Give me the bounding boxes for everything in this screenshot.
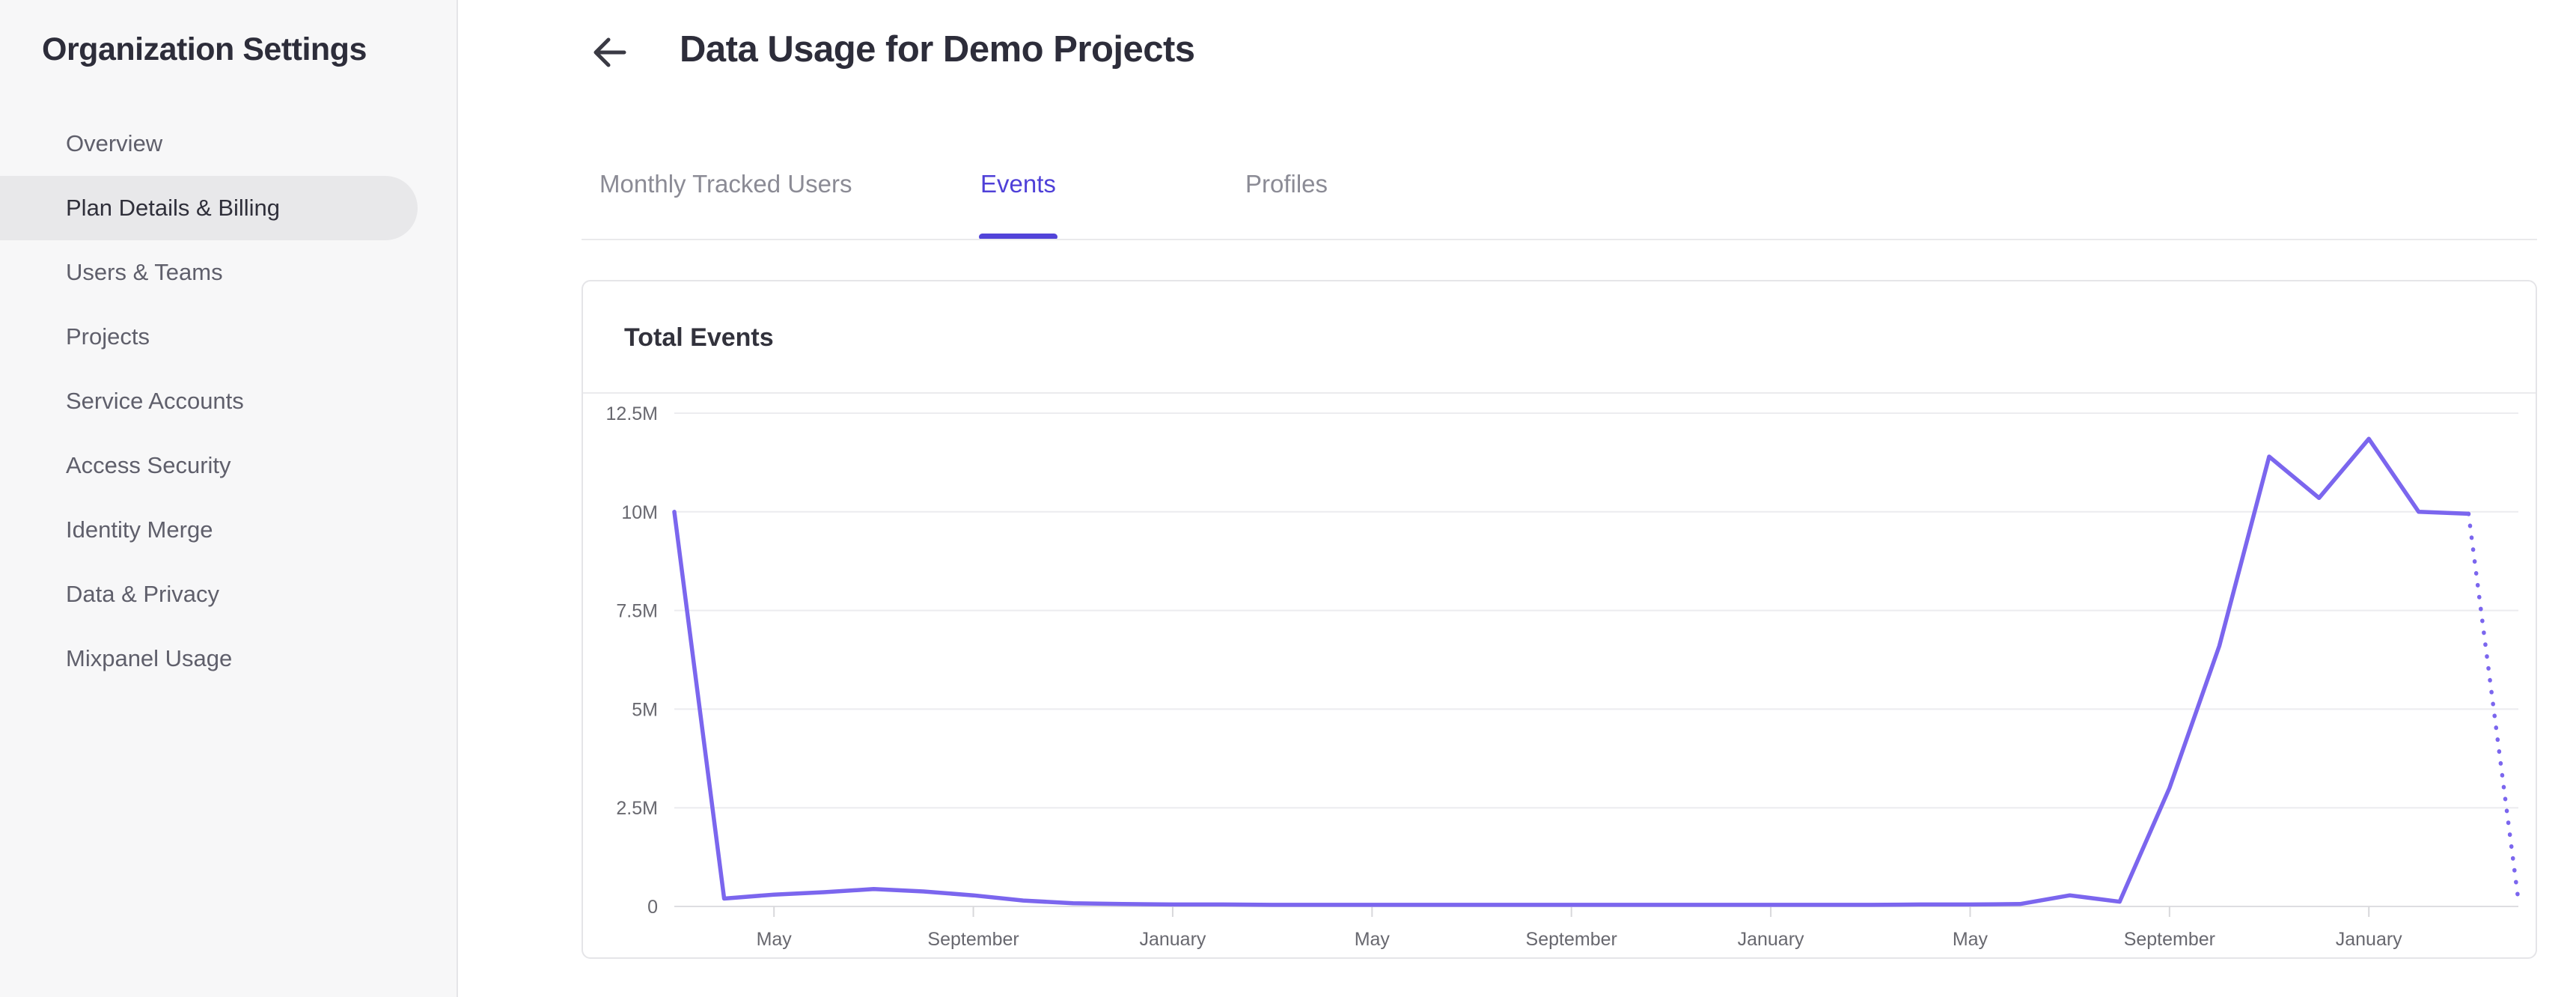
total-events-line (672, 436, 2471, 907)
y-axis-label-10M: 10M (621, 502, 658, 523)
y-axis-label-7.5M: 7.5M (616, 601, 658, 622)
sidebar-item-service-accounts[interactable]: Service Accounts (0, 369, 418, 433)
arrow-left-icon (593, 37, 626, 67)
sidebar-item-data-privacy[interactable]: Data & Privacy (0, 562, 418, 626)
sidebar-item-mixpanel-usage[interactable]: Mixpanel Usage (0, 626, 418, 691)
sidebar-item-users-teams[interactable]: Users & Teams (0, 240, 418, 305)
sidebar-item-projects[interactable]: Projects (0, 305, 418, 369)
x-axis-label-4-september: September (1526, 929, 1617, 950)
x-axis-label-2-january: January (1139, 929, 1206, 950)
x-axis-label-3-may: May (1355, 929, 1391, 950)
x-axis-label-0-may: May (757, 929, 793, 950)
y-axis-label-0: 0 (647, 897, 658, 918)
x-axis-label-8-january: January (2336, 929, 2402, 950)
tabs-divider (582, 239, 2537, 240)
x-axis-label-7-september: September (2124, 929, 2215, 950)
x-axis-label-5-january: January (1738, 929, 1804, 950)
events-chart[interactable]: 0 2.5M 5M 7.5M 10M 12.5M May September January Ma… (583, 394, 2536, 957)
page-title: Data Usage for Demo Projects (680, 29, 1195, 70)
x-axis-label-6-may: May (1953, 929, 1989, 950)
tabs: Monthly Tracked Users Events Profiles (0, 164, 2576, 241)
back-button[interactable] (588, 31, 630, 73)
tab-events[interactable]: Events (979, 170, 1057, 240)
sidebar-item-identity-merge[interactable]: Identity Merge (0, 498, 418, 562)
total-events-line-projected-dotted (2466, 511, 2521, 903)
organization-settings-sidebar: Organization Settings Overview Plan Detai… (0, 0, 458, 997)
sidebar-title: Organization Settings (42, 31, 367, 67)
y-axis-label-12.5M: 12.5M (606, 403, 658, 424)
sidebar-item-access-security[interactable]: Access Security (0, 433, 418, 498)
total-events-card: Total Events 0 2.5M 5M 7.5M 10M 12.5M May Septe… (582, 280, 2537, 959)
tab-monthly-tracked-users[interactable]: Monthly Tracked Users (599, 170, 852, 198)
y-axis-label-2.5M: 2.5M (616, 798, 658, 819)
x-axis-label-1-september: September (927, 929, 1019, 950)
chart-title: Total Events (624, 323, 774, 352)
y-axis-label-5M: 5M (632, 699, 658, 720)
tab-profiles[interactable]: Profiles (1245, 170, 1328, 198)
